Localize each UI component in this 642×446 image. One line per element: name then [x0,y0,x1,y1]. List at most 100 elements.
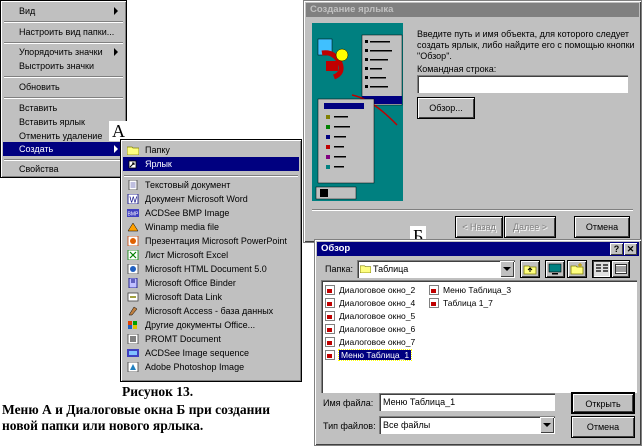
submenu-item-text-doc[interactable]: Текстовый документ [123,178,299,192]
filetype-dropdown[interactable]: Все файлы [379,416,555,434]
desktop-button[interactable] [545,260,565,278]
submenu-item-word[interactable]: W Документ Microsoft Word [123,192,299,206]
new-folder-icon [570,263,584,275]
submenu-arrow-icon [114,7,118,15]
document-icon [325,350,335,360]
submenu-item-access[interactable]: Microsoft Access - база данных [123,304,299,318]
menu-item-properties[interactable]: Свойства [3,162,124,176]
binder-icon [128,278,138,288]
menu-separator [4,159,123,161]
folder-icon [360,265,371,273]
menu-item-view[interactable]: Вид [3,4,124,18]
file-item-selected[interactable]: Меню Таблица_1 [325,349,413,361]
photoshop-icon [127,362,139,372]
menu-item-paste-shortcut[interactable]: Вставить ярлык [3,115,124,129]
up-folder-button[interactable] [520,260,540,278]
file-list: Диалоговое окно_2 Диалоговое окно_4 Диал… [321,280,637,393]
submenu-item-datalink[interactable]: Microsoft Data Link [123,290,299,304]
file-item[interactable]: Диалоговое окно_5 [325,310,415,322]
list-view-button[interactable] [592,260,611,278]
submenu-item-shortcut[interactable]: Ярлык [123,157,299,171]
bmp-icon: BMP [127,209,140,218]
document-icon [325,311,335,321]
list-view-icon [595,264,608,272]
document-icon [325,285,335,295]
desktop-icon [548,263,562,275]
submenu-item-excel[interactable]: Лист Microsoft Excel [123,248,299,262]
powerpoint-icon [127,236,139,246]
submenu-item-other-office[interactable]: Другие документы Office... [123,318,299,332]
file-item[interactable]: Диалоговое окно_2 [325,284,415,296]
html-icon [127,264,139,274]
word-icon: W [127,194,139,204]
figure-caption-title: Рисунок 13. [122,384,194,399]
menu-item-new[interactable]: Создать [3,142,124,156]
promt-icon [127,334,139,344]
submenu-item-promt[interactable]: PROMT Document [123,332,299,346]
office-icon [128,321,137,329]
submenu-item-binder[interactable]: Microsoft Office Binder [123,276,299,290]
create-submenu: Папку Ярлык Текстовый документ W Документ… [120,139,302,382]
back-button[interactable]: < Назад [455,216,503,238]
file-item[interactable]: Диалоговое окно_6 [325,323,415,335]
submenu-item-bmp[interactable]: BMP ACDSee BMP Image [123,206,299,220]
wizard-cancel-button[interactable]: Отмена [574,216,630,238]
file-item[interactable]: Диалоговое окно_7 [325,336,415,348]
menu-item-paste[interactable]: Вставить [3,101,124,115]
menu-separator [4,42,123,44]
submenu-item-acdsee-seq[interactable]: ACDSee Image sequence [123,346,299,360]
details-view-button[interactable] [611,260,630,278]
submenu-item-powerpoint[interactable]: Презентация Microsoft PowerPoint [123,234,299,248]
shortcut-wizard-window: Создание ярлыка Введите путь и имя объек… [303,0,642,243]
folder-icon [127,146,139,155]
acdsee-icon [127,349,139,357]
chevron-down-icon[interactable] [540,417,554,433]
menu-item-arrange-icons[interactable]: Упорядочить значки [3,45,124,59]
file-item[interactable]: Таблица 1_7 [429,297,493,309]
submenu-item-folder[interactable]: Папку [123,143,299,157]
wizard-instruction: Введите путь и имя объекта, для которого… [417,29,635,61]
file-item[interactable]: Диалоговое окно_4 [325,297,415,309]
access-icon [128,306,138,316]
new-folder-button[interactable] [567,260,587,278]
menu-separator [4,97,123,99]
wizard-illustration [312,23,403,201]
up-folder-icon [523,265,537,275]
folder-dropdown[interactable]: Таблица [357,260,515,278]
excel-icon [127,250,139,260]
svg-text:BMP: BMP [128,212,140,218]
document-icon [429,298,439,308]
next-button[interactable]: Далее > [504,216,556,238]
menu-item-customize-folder[interactable]: Настроить вид папки... [3,25,124,39]
command-line-input[interactable] [417,75,628,93]
document-icon [429,285,439,295]
filename-input[interactable]: Меню Таблица_1 [379,393,555,411]
filename-label: Имя файла: [323,398,374,408]
menu-item-line-up-icons[interactable]: Выстроить значки [3,59,124,73]
wizard-titlebar: Создание ярлыка [306,3,639,17]
wizard-divider [312,209,633,211]
menu-separator [124,175,298,177]
folder-label: Папка: [325,264,353,274]
datalink-icon [127,292,139,302]
browse-button[interactable]: Обзор... [417,97,475,119]
file-item[interactable]: Меню Таблица_3 [429,284,511,296]
menu-item-undo-delete[interactable]: Отменить удаление [3,129,124,143]
figure-caption-line: новой папки или нового ярлыка. [2,418,204,433]
winamp-icon [127,222,139,232]
submenu-item-winamp[interactable]: Winamp media file [123,220,299,234]
submenu-item-html[interactable]: Microsoft HTML Document 5.0 [123,262,299,276]
browse-cancel-button[interactable]: Отмена [571,416,635,438]
help-icon[interactable]: ? [610,243,623,255]
submenu-item-photoshop[interactable]: Adobe Photoshop Image [123,360,299,374]
open-button[interactable]: Открыть [571,392,635,414]
text-document-icon [128,180,138,190]
menu-separator [4,76,123,78]
chevron-down-icon[interactable] [500,261,514,277]
close-icon[interactable]: ✕ [624,243,637,255]
figure-caption-line: Меню А и Диалоговые окна Б при создании [2,402,270,417]
menu-item-refresh[interactable]: Обновить [3,80,124,94]
shortcut-icon [128,160,137,169]
command-line-label: Командная строка: [417,64,497,74]
menu-separator [4,21,123,23]
